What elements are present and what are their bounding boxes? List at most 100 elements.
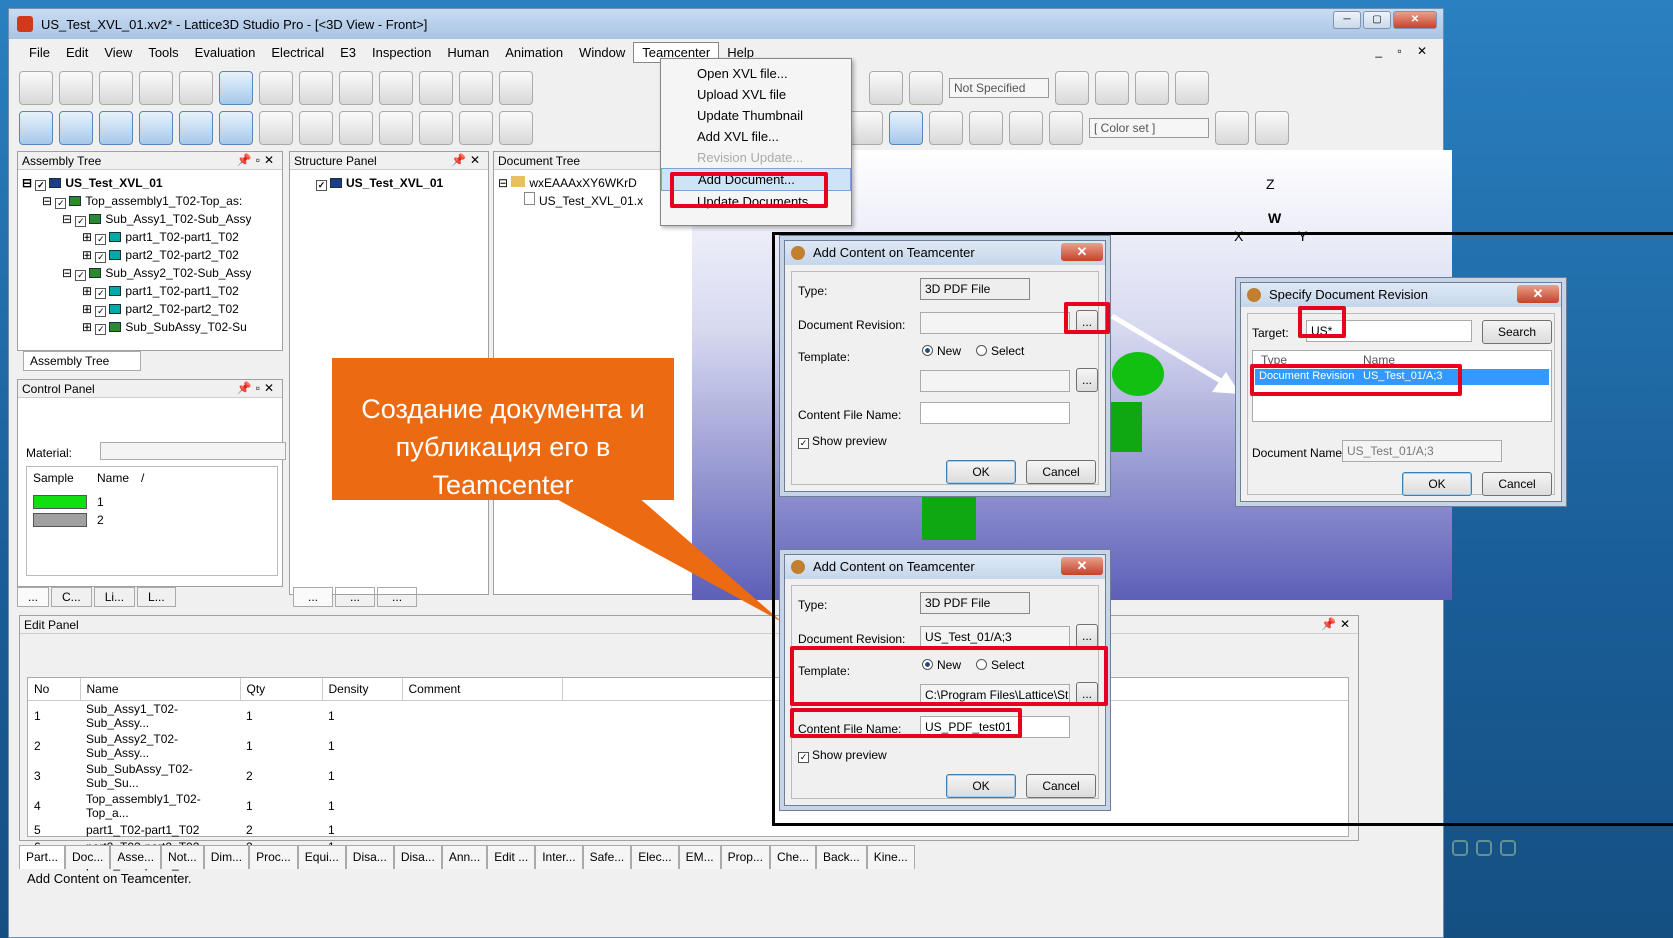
menu-human[interactable]: Human — [439, 43, 497, 62]
template-field[interactable] — [920, 370, 1070, 392]
tree-node[interactable]: ⊟ wxEAAAxXY6WKrD — [498, 174, 643, 192]
mdi-controls[interactable]: _ ▫ ✕ — [1375, 44, 1433, 58]
tree-node[interactable]: ⊟ ✓ Sub_Assy2_T02-Sub_Assy — [22, 264, 251, 282]
color-set-icon[interactable] — [1049, 111, 1083, 145]
bottom-tab[interactable]: Proc... — [249, 845, 298, 869]
menu-view[interactable]: View — [96, 43, 140, 62]
cancel-button[interactable]: Cancel — [1026, 774, 1096, 798]
tab-c[interactable]: C... — [51, 587, 92, 607]
col-density[interactable]: Density — [322, 678, 403, 701]
wrench-icon[interactable] — [259, 111, 293, 145]
tab-li[interactable]: Li... — [93, 587, 136, 607]
radio-select[interactable]: Select — [976, 344, 1024, 358]
tree-node[interactable]: ⊞ ✓ part1_T02-part1_T02 — [22, 228, 251, 246]
pan-icon[interactable] — [179, 71, 213, 105]
col-qty[interactable]: Qty — [240, 678, 323, 701]
flip-icon[interactable] — [1175, 71, 1209, 105]
type-select[interactable]: 3D PDF File — [920, 278, 1030, 300]
color-set-combo[interactable]: [ Color set ] — [1089, 118, 1209, 138]
cylinder-shaded-icon[interactable] — [889, 111, 923, 145]
tree-node[interactable]: ⊟ ✓ US_Test_XVL_01 — [22, 174, 251, 192]
fit-icon[interactable] — [299, 111, 333, 145]
cube-side-icon[interactable] — [419, 111, 453, 145]
tab-other[interactable]: ... — [377, 587, 418, 607]
menu-file[interactable]: File — [21, 43, 58, 62]
sample-swatch[interactable] — [33, 513, 87, 527]
bottom-tab[interactable]: Equi... — [297, 845, 346, 869]
menu-inspection[interactable]: Inspection — [364, 43, 439, 62]
zoom-window-icon[interactable] — [299, 71, 333, 105]
tree-node[interactable]: ⊞ ✓ part2_T02-part2_T02 — [22, 246, 251, 264]
spin-icon[interactable] — [339, 71, 373, 105]
ok-button[interactable]: OK — [1402, 472, 1472, 496]
radio-new[interactable]: New — [922, 344, 961, 358]
document-revision-field[interactable] — [920, 312, 1070, 334]
tree-node[interactable]: ⊟ ✓ Top_assembly1_T02-Top_as: — [22, 192, 251, 210]
align-icon[interactable] — [1055, 71, 1089, 105]
pick-icon[interactable] — [419, 71, 453, 105]
ok-button[interactable]: OK — [946, 774, 1016, 798]
sphere-icon[interactable] — [1215, 111, 1249, 145]
close-button[interactable]: ✕ — [1393, 11, 1437, 29]
edit-icon[interactable] — [219, 111, 253, 145]
dialog-close-button[interactable]: ✕ — [1517, 285, 1559, 303]
menu-evaluation[interactable]: Evaluation — [187, 43, 264, 62]
content-file-name-field[interactable] — [920, 402, 1070, 424]
bottom-tab[interactable]: Safe... — [582, 845, 632, 869]
list-icon[interactable] — [179, 111, 213, 145]
bottom-tab[interactable]: Elec... — [631, 845, 679, 869]
menu-e3[interactable]: E3 — [332, 43, 364, 62]
panel-controls[interactable]: 📌✕ — [451, 153, 484, 167]
minimize-button[interactable]: ─ — [1333, 11, 1361, 29]
type-select[interactable]: 3D PDF File — [920, 592, 1030, 614]
show-preview-checkbox[interactable]: ✓ Show preview — [798, 434, 887, 449]
col-name[interactable]: Name — [80, 678, 241, 701]
dialog-close-button[interactable]: ✕ — [1061, 557, 1103, 575]
bottom-tab[interactable]: Ann... — [441, 845, 488, 869]
bottom-tab[interactable]: EM... — [678, 845, 721, 869]
menu-animation[interactable]: Animation — [497, 43, 571, 62]
panel-controls[interactable]: 📌▫✕ — [237, 381, 278, 395]
bottom-tab[interactable]: Asse... — [110, 845, 162, 869]
menu-edit[interactable]: Edit — [58, 43, 96, 62]
zoom-icon[interactable] — [259, 71, 293, 105]
bottom-tab[interactable]: Part... — [19, 845, 66, 869]
part-icon[interactable] — [499, 71, 533, 105]
col-no[interactable]: No — [28, 678, 81, 701]
cube-top-icon[interactable] — [379, 111, 413, 145]
bottom-tab[interactable]: Edit ... — [487, 845, 536, 869]
panel-controls[interactable]: 📌▫✕ — [237, 153, 278, 167]
cube-front-icon[interactable] — [339, 111, 373, 145]
bottom-tab[interactable]: Dim... — [203, 845, 250, 869]
home-icon[interactable] — [139, 71, 173, 105]
tree-node[interactable]: ✓ US_Test_XVL_01 — [316, 174, 443, 192]
cylinder-wire-icon[interactable] — [969, 111, 1003, 145]
spec-combo[interactable]: Not Specified — [949, 78, 1049, 98]
tree-panel-icon[interactable] — [19, 111, 53, 145]
undo-icon[interactable] — [99, 71, 133, 105]
download-icon[interactable] — [139, 111, 173, 145]
sample-swatch[interactable] — [33, 495, 87, 509]
bottom-tab[interactable]: Kine... — [866, 845, 915, 869]
tree-node[interactable]: ⊞ ✓ part1_T02-part1_T02 — [22, 282, 251, 300]
document-name-field[interactable]: US_Test_01/A;3 — [1342, 440, 1502, 462]
document-revision-field[interactable]: US_Test_01/A;3 — [920, 626, 1070, 648]
cube-back-icon[interactable] — [499, 111, 533, 145]
ruler-icon[interactable] — [869, 71, 903, 105]
save-icon[interactable] — [59, 71, 93, 105]
browse-template-button[interactable]: ... — [1076, 368, 1098, 392]
show-preview-checkbox[interactable]: ✓ Show preview — [798, 748, 887, 763]
cancel-button[interactable]: Cancel — [1482, 472, 1552, 496]
menu-item-open-xvl[interactable]: Open XVL file... — [661, 63, 851, 84]
tree-node[interactable]: US_Test_XVL_01.x — [498, 192, 643, 210]
tab-l[interactable]: L... — [137, 587, 176, 607]
split-panel-icon[interactable] — [99, 111, 133, 145]
dialog-close-button[interactable]: ✕ — [1061, 243, 1103, 261]
view-panel-icon[interactable] — [59, 111, 93, 145]
cylinder-outline-icon[interactable] — [849, 111, 883, 145]
tree-node[interactable]: ⊞ ✓ part2_T02-part2_T02 — [22, 300, 251, 318]
browse-revision-button[interactable]: ... — [1076, 624, 1098, 648]
cylinder-dark-icon[interactable] — [929, 111, 963, 145]
bottom-tab[interactable]: Inter... — [535, 845, 583, 869]
tree-node[interactable]: ⊟ ✓ Sub_Assy1_T02-Sub_Assy — [22, 210, 251, 228]
